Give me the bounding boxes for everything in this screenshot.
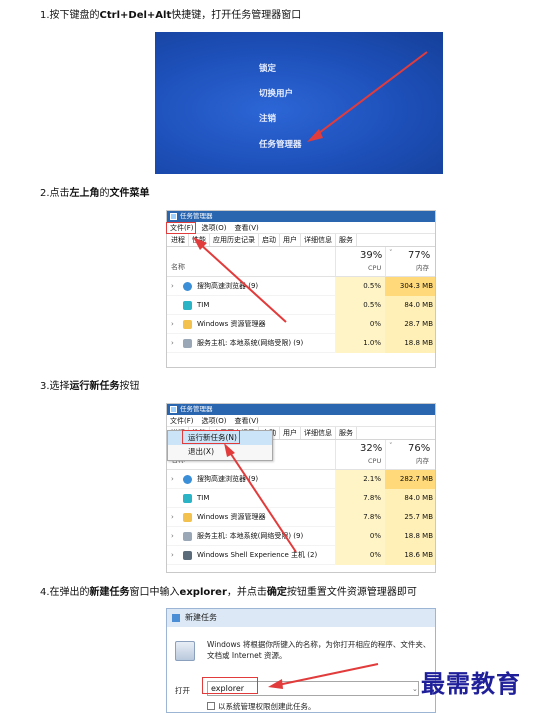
process-row[interactable]: › 搜狗高速浏览器 (9) 0.5% 304.3 MB <box>167 277 435 296</box>
process-row[interactable]: TIM 0.5% 84.0 MB <box>167 296 435 315</box>
dialog-description: Windows 将根据你所键入的名称，为你打开相应的程序、文件夹、文档或 Int… <box>207 640 431 660</box>
process-row[interactable]: › Windows Shell Experience 主机 (2) 0% 18.… <box>167 546 435 565</box>
menu-view[interactable]: 查看(V) <box>231 222 261 233</box>
shell-icon <box>183 551 192 560</box>
process-row[interactable]: › 服务主机: 本地系统(网络受限) (9) 0% 18.8 MB <box>167 527 435 546</box>
title-bar: 任务管理器 <box>167 404 435 415</box>
admin-checkbox[interactable]: 以系统管理权限创建此任务。 <box>207 701 316 712</box>
checkbox-icon[interactable] <box>207 702 215 710</box>
column-cpu[interactable]: CPU <box>368 457 381 465</box>
column-cpu[interactable]: CPU <box>368 264 381 272</box>
service-icon <box>183 532 192 541</box>
task-manager-icon <box>170 213 177 220</box>
run-dialog: 新建任务 Windows 将根据你所键入的名称，为你打开相应的程序、文件夹、文档… <box>166 608 436 713</box>
task-manager-window-a: 任务管理器 文件(F) 选项(O) 查看(V) 进程 性能 应用历史记录 启动 … <box>166 210 436 368</box>
tab-app-history[interactable]: 应用历史记录 <box>210 234 259 246</box>
process-row[interactable]: › Windows 资源管理器 0% 28.7 MB <box>167 315 435 334</box>
dialog-title-bar: 新建任务 <box>167 609 435 627</box>
expand-chevron-icon[interactable]: › <box>171 470 174 489</box>
run-new-task-highlight <box>182 430 240 444</box>
menu-view[interactable]: 查看(V) <box>231 415 261 426</box>
step-4-text: 4.在弹出的新建任务窗口中输入explorer，并点击确定按钮重置文件资源管理器… <box>40 587 417 598</box>
watermark-logo: 最需教育 <box>421 669 521 698</box>
folder-icon <box>183 320 192 329</box>
cpu-percent: 32% <box>360 443 383 454</box>
step-1-text: 1.按下键盘的Ctrl+Del+Alt快捷键，打开任务管理器窗口 <box>40 10 302 21</box>
menu-bar: 文件(F) 选项(O) 查看(V) <box>167 222 435 234</box>
exit-item[interactable]: 退出(X) <box>168 445 272 459</box>
tab-users[interactable]: 用户 <box>280 427 301 439</box>
task-manager-window-b: 任务管理器 文件(F) 选项(O) 查看(V) 进程 性能 应用历史记录 启动 … <box>166 403 436 573</box>
browser-icon <box>183 475 192 484</box>
menu-file[interactable]: 文件(F) <box>167 415 197 426</box>
file-menu-highlight <box>166 222 196 234</box>
service-icon <box>183 339 192 348</box>
mem-percent: 77% <box>408 250 431 261</box>
tab-services[interactable]: 服务 <box>336 427 357 439</box>
step-2-text: 2.点击左上角的文件菜单 <box>40 188 150 199</box>
column-memory[interactable]: 内存 <box>416 262 429 272</box>
title-bar: 任务管理器 <box>167 211 435 222</box>
tim-icon <box>183 494 192 503</box>
expand-chevron-icon[interactable]: › <box>171 277 174 296</box>
menu-options[interactable]: 选项(O) <box>199 222 230 233</box>
process-list: › 搜狗高速浏览器 (9) 2.1% 282.7 MB TIM 7.8% 84.… <box>167 470 435 565</box>
tab-details[interactable]: 详细信息 <box>301 234 336 246</box>
column-header: 名称 39% CPU ˅ 77% 内存 <box>167 247 435 277</box>
expand-chevron-icon[interactable]: › <box>171 508 174 527</box>
expand-chevron-icon[interactable]: › <box>171 315 174 334</box>
task-manager-icon <box>170 406 177 413</box>
menu-options[interactable]: 选项(O) <box>199 415 230 426</box>
process-row[interactable]: › Windows 资源管理器 7.8% 25.7 MB <box>167 508 435 527</box>
lock-screen-screenshot: 锁定 切换用户 注销 任务管理器 <box>155 32 443 174</box>
sort-chevron-icon: ˅ <box>389 249 393 257</box>
run-icon <box>172 614 180 622</box>
process-row[interactable]: › 服务主机: 本地系统(网络受限) (9) 1.0% 18.8 MB <box>167 334 435 353</box>
tim-icon <box>183 301 192 310</box>
expand-chevron-icon[interactable]: › <box>171 546 174 565</box>
tab-services[interactable]: 服务 <box>336 234 357 246</box>
column-memory[interactable]: 内存 <box>416 455 429 465</box>
input-highlight <box>202 677 258 694</box>
red-arrow-1 <box>307 51 428 142</box>
expand-chevron-icon[interactable]: › <box>171 334 174 353</box>
process-row[interactable]: › 搜狗高速浏览器 (9) 2.1% 282.7 MB <box>167 470 435 489</box>
menu-bar: 文件(F) 选项(O) 查看(V) <box>167 415 435 427</box>
tab-performance[interactable]: 性能 <box>189 234 210 246</box>
tab-users[interactable]: 用户 <box>280 234 301 246</box>
tab-processes[interactable]: 进程 <box>168 234 189 246</box>
tab-startup[interactable]: 启动 <box>259 234 280 246</box>
step-3-text: 3.选择运行新任务按钮 <box>40 381 140 392</box>
folder-icon <box>183 513 192 522</box>
chevron-down-icon[interactable]: ⌄ <box>412 685 418 693</box>
process-list: › 搜狗高速浏览器 (9) 0.5% 304.3 MB TIM 0.5% 84.… <box>167 277 435 353</box>
run-program-icon <box>175 641 195 661</box>
sort-chevron-icon: ˅ <box>389 442 393 450</box>
column-name[interactable]: 名称 <box>171 262 185 272</box>
mem-percent: 76% <box>408 443 431 454</box>
tab-strip: 进程 性能 应用历史记录 启动 用户 详细信息 服务 <box>167 234 435 247</box>
process-row[interactable]: TIM 7.8% 84.0 MB <box>167 489 435 508</box>
cpu-percent: 39% <box>360 250 383 261</box>
tab-details[interactable]: 详细信息 <box>301 427 336 439</box>
browser-icon <box>183 282 192 291</box>
open-label: 打开 <box>175 686 190 695</box>
expand-chevron-icon[interactable]: › <box>171 527 174 546</box>
